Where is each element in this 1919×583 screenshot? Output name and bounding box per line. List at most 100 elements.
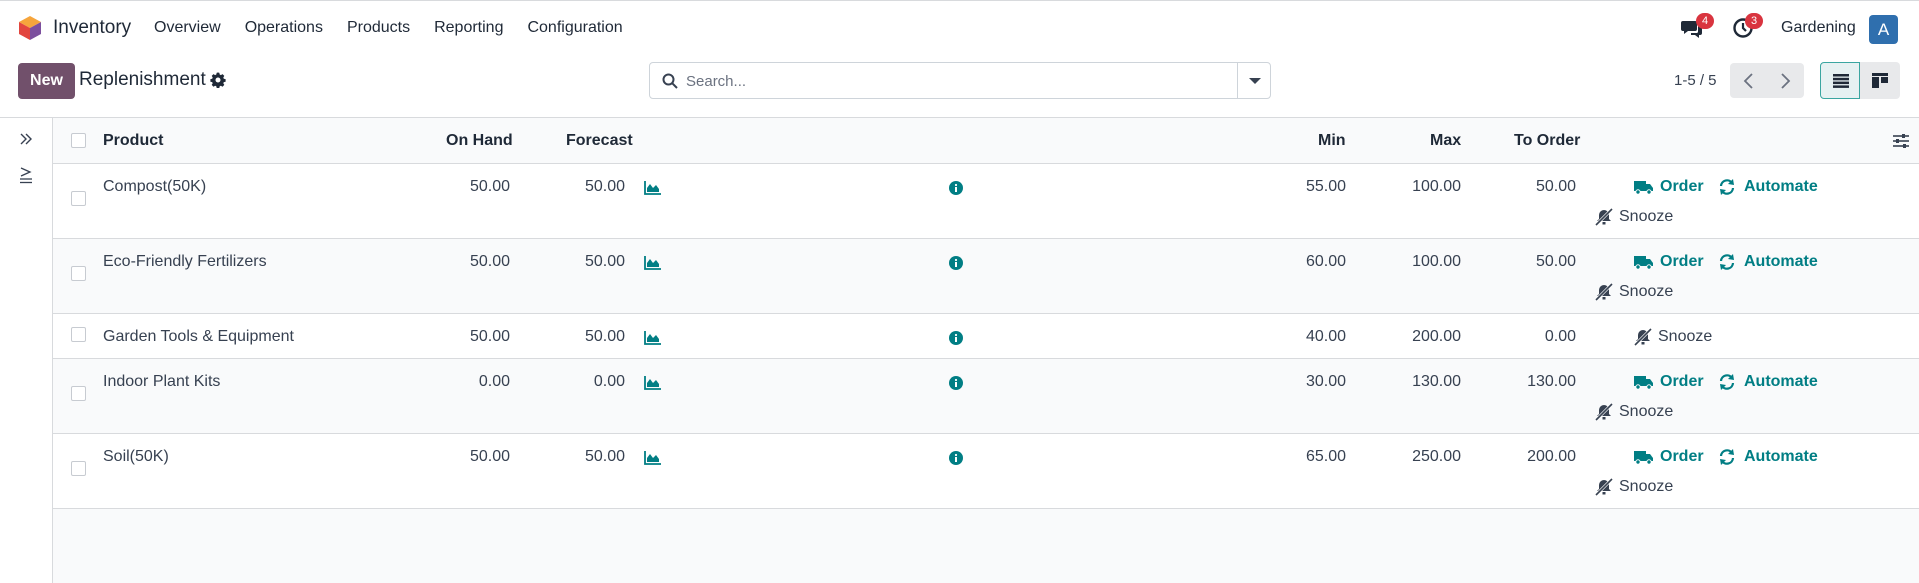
top-navbar: Inventory Overview Operations Products R… [0,0,1919,54]
replenishment-table: Product On Hand Forecast Min Max To Orde… [53,117,1919,583]
side-panel [0,117,53,583]
table-row[interactable]: Indoor Plant Kits 0.00 0.00 30.00 130.00… [53,359,1919,434]
order-button[interactable]: Order [1634,448,1704,466]
forecast-value: 0.00 [593,373,625,390]
info-icon[interactable] [949,181,963,195]
truck-icon [1634,451,1653,465]
company-switcher[interactable]: Gardening [1781,19,1856,37]
max-value: 100.00 [1412,253,1461,270]
header-forecast[interactable]: Forecast [566,132,633,150]
to-order-value: 50.00 [1535,178,1576,195]
max-value: 250.00 [1412,448,1461,465]
automate-button[interactable]: Automate [1718,373,1818,391]
table-row[interactable]: Soil(50K) 50.00 50.00 65.00 250.00 200.0… [53,434,1919,509]
forecast-value: 50.00 [584,328,625,345]
double-chevron-right-icon[interactable] [19,132,33,146]
snooze-button[interactable]: Snooze [1594,478,1673,496]
to-order-value: 50.00 [1535,253,1576,270]
area-chart-icon[interactable] [644,255,662,270]
on-hand-value: 50.00 [469,448,510,465]
area-chart-icon[interactable] [644,375,662,390]
product-name[interactable]: Compost(50K) [103,178,206,196]
max-value: 100.00 [1412,178,1461,195]
product-name[interactable]: Garden Tools & Equipment [103,328,294,346]
pager-previous-button[interactable] [1730,63,1767,98]
bell-slash-icon [1594,208,1614,226]
row-checkbox[interactable] [71,461,86,476]
product-name[interactable]: Soil(50K) [103,448,169,466]
app-name[interactable]: Inventory [53,17,131,39]
min-value: 40.00 [1305,328,1346,345]
to-order-value: 130.00 [1527,373,1576,390]
product-name[interactable]: Eco-Friendly Fertilizers [103,253,267,271]
forecast-value: 50.00 [584,448,625,465]
header-min[interactable]: Min [1318,132,1346,150]
table-row[interactable]: Garden Tools & Equipment 50.00 50.00 40.… [53,314,1919,359]
table-row[interactable]: Compost(50K) 50.00 50.00 55.00 100.00 50… [53,164,1919,239]
kanban-icon [1872,73,1888,88]
header-to-order[interactable]: To Order [1514,132,1580,150]
snooze-button[interactable]: Snooze [1594,403,1673,421]
on-hand-value: 50.00 [469,253,510,270]
list-view-button[interactable] [1820,62,1860,99]
search-bar [649,62,1271,99]
header-product[interactable]: Product [103,132,163,150]
area-chart-icon[interactable] [644,450,662,465]
snooze-button[interactable]: Snooze [1633,328,1712,346]
automate-button[interactable]: Automate [1718,178,1818,196]
sort-icon[interactable] [19,166,33,184]
product-name[interactable]: Indoor Plant Kits [103,373,220,391]
pager-next-button[interactable] [1767,63,1804,98]
menu-reporting[interactable]: Reporting [434,19,503,37]
automate-button[interactable]: Automate [1718,253,1818,271]
menu-configuration[interactable]: Configuration [527,19,622,37]
new-button[interactable]: New [18,63,75,99]
area-chart-icon[interactable] [644,330,662,345]
optional-columns-icon[interactable] [1892,133,1910,149]
header-on-hand[interactable]: On Hand [446,132,513,150]
to-order-value: 0.00 [1544,328,1576,345]
activities-count-badge: 3 [1745,13,1763,29]
snooze-button[interactable]: Snooze [1594,283,1673,301]
order-button[interactable]: Order [1634,373,1704,391]
row-checkbox[interactable] [71,191,86,206]
min-value: 55.00 [1305,178,1346,195]
min-value: 60.00 [1305,253,1346,270]
order-button[interactable]: Order [1634,253,1704,271]
row-checkbox[interactable] [71,327,86,342]
forecast-value: 50.00 [584,253,625,270]
menu-products[interactable]: Products [347,19,410,37]
max-value: 200.00 [1412,328,1461,345]
area-chart-icon[interactable] [644,180,662,195]
search-options-toggle[interactable] [1237,63,1270,98]
menu-overview[interactable]: Overview [154,19,221,37]
kanban-view-button[interactable] [1860,62,1900,99]
list-icon [1833,74,1849,88]
info-icon[interactable] [949,376,963,390]
search-input[interactable] [686,68,1226,94]
table-row[interactable]: Eco-Friendly Fertilizers 50.00 50.00 60.… [53,239,1919,314]
row-checkbox[interactable] [71,386,86,401]
info-icon[interactable] [949,256,963,270]
table-header: Product On Hand Forecast Min Max To Orde… [53,118,1919,164]
select-all-checkbox[interactable] [71,133,86,148]
snooze-button[interactable]: Snooze [1594,208,1673,226]
inventory-app-icon[interactable] [18,15,42,41]
header-max[interactable]: Max [1430,132,1461,150]
info-icon[interactable] [949,451,963,465]
row-checkbox[interactable] [71,266,86,281]
bell-slash-icon [1594,283,1614,301]
refresh-icon [1719,449,1735,465]
user-avatar[interactable]: A [1869,15,1898,44]
info-icon[interactable] [949,331,963,345]
automate-button[interactable]: Automate [1718,448,1818,466]
gear-icon[interactable] [210,72,226,88]
min-value: 65.00 [1305,448,1346,465]
chevron-left-icon [1743,73,1753,89]
pager-value[interactable]: 1-5 / 5 [1674,72,1717,89]
bell-slash-icon [1633,328,1653,346]
order-button[interactable]: Order [1634,178,1704,196]
menu-operations[interactable]: Operations [245,19,323,37]
refresh-icon [1719,179,1735,195]
on-hand-value: 0.00 [478,373,510,390]
